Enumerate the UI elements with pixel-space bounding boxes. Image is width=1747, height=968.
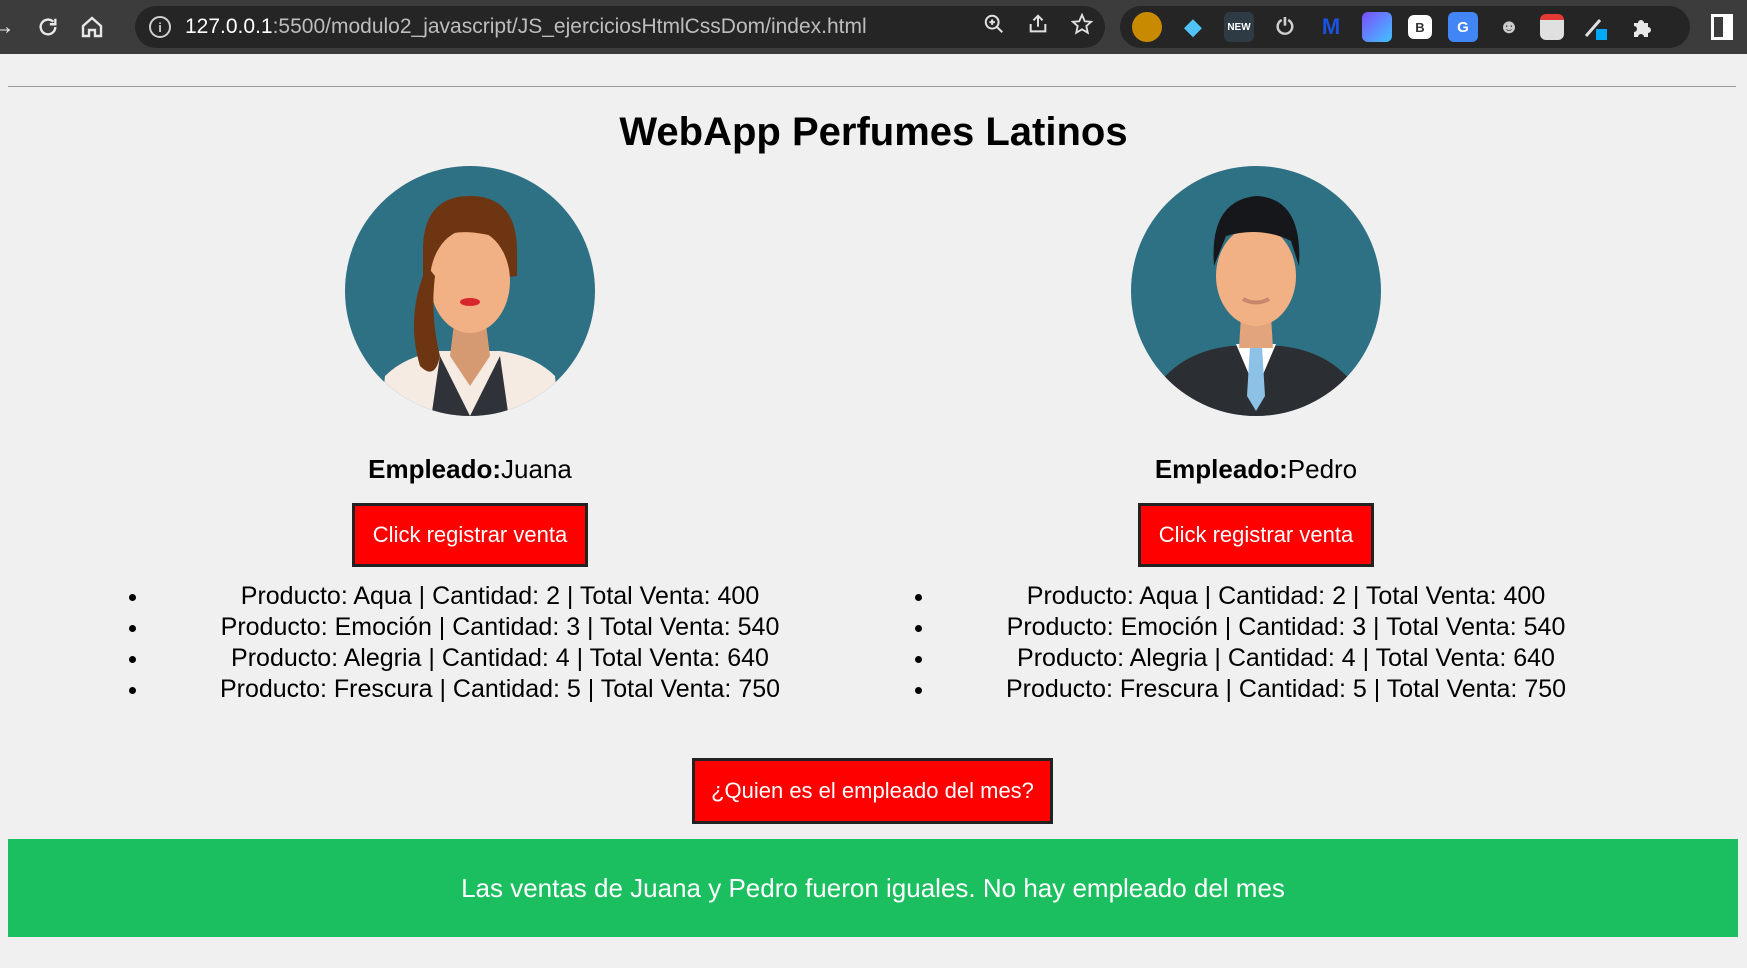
forward-icon[interactable]: → bbox=[0, 7, 15, 47]
extensions-bar: ◆ NEW ⏻ M B G ☻ bbox=[1120, 6, 1690, 48]
employee-card-juana: Empleado:Juana Click registrar venta Pro… bbox=[90, 166, 850, 705]
employee-card-pedro: Empleado:Pedro Click registrar venta Pro… bbox=[876, 166, 1636, 705]
list-item: Producto: Emoción | Cantidad: 3 | Total … bbox=[936, 612, 1636, 643]
employee-label: Empleado: bbox=[368, 454, 502, 484]
translate-ext-icon[interactable]: G bbox=[1448, 12, 1478, 42]
reload-icon[interactable] bbox=[28, 7, 68, 47]
share-icon[interactable] bbox=[1027, 13, 1049, 41]
home-icon[interactable] bbox=[72, 7, 112, 47]
result-message: Las ventas de Juana y Pedro fueron igual… bbox=[461, 872, 1285, 903]
pen-ext-icon[interactable] bbox=[1580, 12, 1610, 42]
puzzle-ext-icon[interactable] bbox=[1626, 12, 1656, 42]
cast-ext-icon[interactable] bbox=[1540, 14, 1564, 40]
employee-of-month-button[interactable]: ¿Quien es el empleado del mes? bbox=[692, 758, 1053, 824]
employee-name: Pedro bbox=[1287, 454, 1358, 484]
b-ext-icon[interactable]: B bbox=[1408, 15, 1432, 39]
new-ext-icon[interactable]: NEW bbox=[1224, 12, 1254, 42]
employee-name-line: Empleado:Pedro bbox=[876, 454, 1636, 485]
list-item: Producto: Aqua | Cantidad: 2 | Total Ven… bbox=[150, 581, 850, 612]
url-path: :5500/modulo2_javascript/JS_ejerciciosHt… bbox=[272, 15, 867, 38]
list-item: Producto: Emoción | Cantidad: 3 | Total … bbox=[150, 612, 850, 643]
male-avatar-icon bbox=[1131, 166, 1381, 416]
list-item: Producto: Alegria | Cantidad: 4 | Total … bbox=[936, 643, 1636, 674]
list-item: Producto: Frescura | Cantidad: 5 | Total… bbox=[150, 674, 850, 705]
employee-name-line: Empleado:Juana bbox=[90, 454, 850, 485]
female-avatar-icon bbox=[345, 166, 595, 416]
address-bar[interactable]: i 127.0.0.1:5500/modulo2_javascript/JS_e… bbox=[135, 6, 1105, 48]
site-info-icon[interactable]: i bbox=[149, 16, 171, 38]
divider bbox=[8, 86, 1736, 87]
page-title: WebApp Perfumes Latinos bbox=[619, 110, 1128, 154]
result-banner: Las ventas de Juana y Pedro fueron igual… bbox=[8, 839, 1738, 937]
diamond-ext-icon[interactable]: ◆ bbox=[1178, 12, 1208, 42]
m-ext-icon[interactable]: M bbox=[1316, 12, 1346, 42]
employee-name: Juana bbox=[501, 454, 572, 484]
register-sale-button[interactable]: Click registrar venta bbox=[351, 503, 589, 567]
register-sale-button[interactable]: Click registrar venta bbox=[1137, 503, 1375, 567]
sales-list: Producto: Aqua | Cantidad: 2 | Total Ven… bbox=[876, 581, 1636, 705]
zoom-icon[interactable] bbox=[983, 13, 1005, 41]
cat-ext-icon[interactable]: ☻ bbox=[1494, 12, 1524, 42]
bookmark-star-icon[interactable] bbox=[1070, 12, 1094, 41]
list-item: Producto: Frescura | Cantidad: 5 | Total… bbox=[936, 674, 1636, 705]
employee-label: Empleado: bbox=[1154, 454, 1288, 484]
side-panel-icon[interactable] bbox=[1711, 14, 1733, 40]
url-host: 127.0.0.1 bbox=[185, 15, 273, 38]
browser-toolbar: → i 127.0.0.1:5500/modulo2_javascript/JS… bbox=[0, 0, 1747, 54]
honey-ext-icon[interactable] bbox=[1132, 12, 1162, 42]
power-ext-icon[interactable]: ⏻ bbox=[1270, 12, 1300, 42]
grid-ext-icon[interactable] bbox=[1362, 12, 1392, 42]
list-item: Producto: Aqua | Cantidad: 2 | Total Ven… bbox=[936, 581, 1636, 612]
sales-list: Producto: Aqua | Cantidad: 2 | Total Ven… bbox=[90, 581, 850, 705]
list-item: Producto: Alegria | Cantidad: 4 | Total … bbox=[150, 643, 850, 674]
